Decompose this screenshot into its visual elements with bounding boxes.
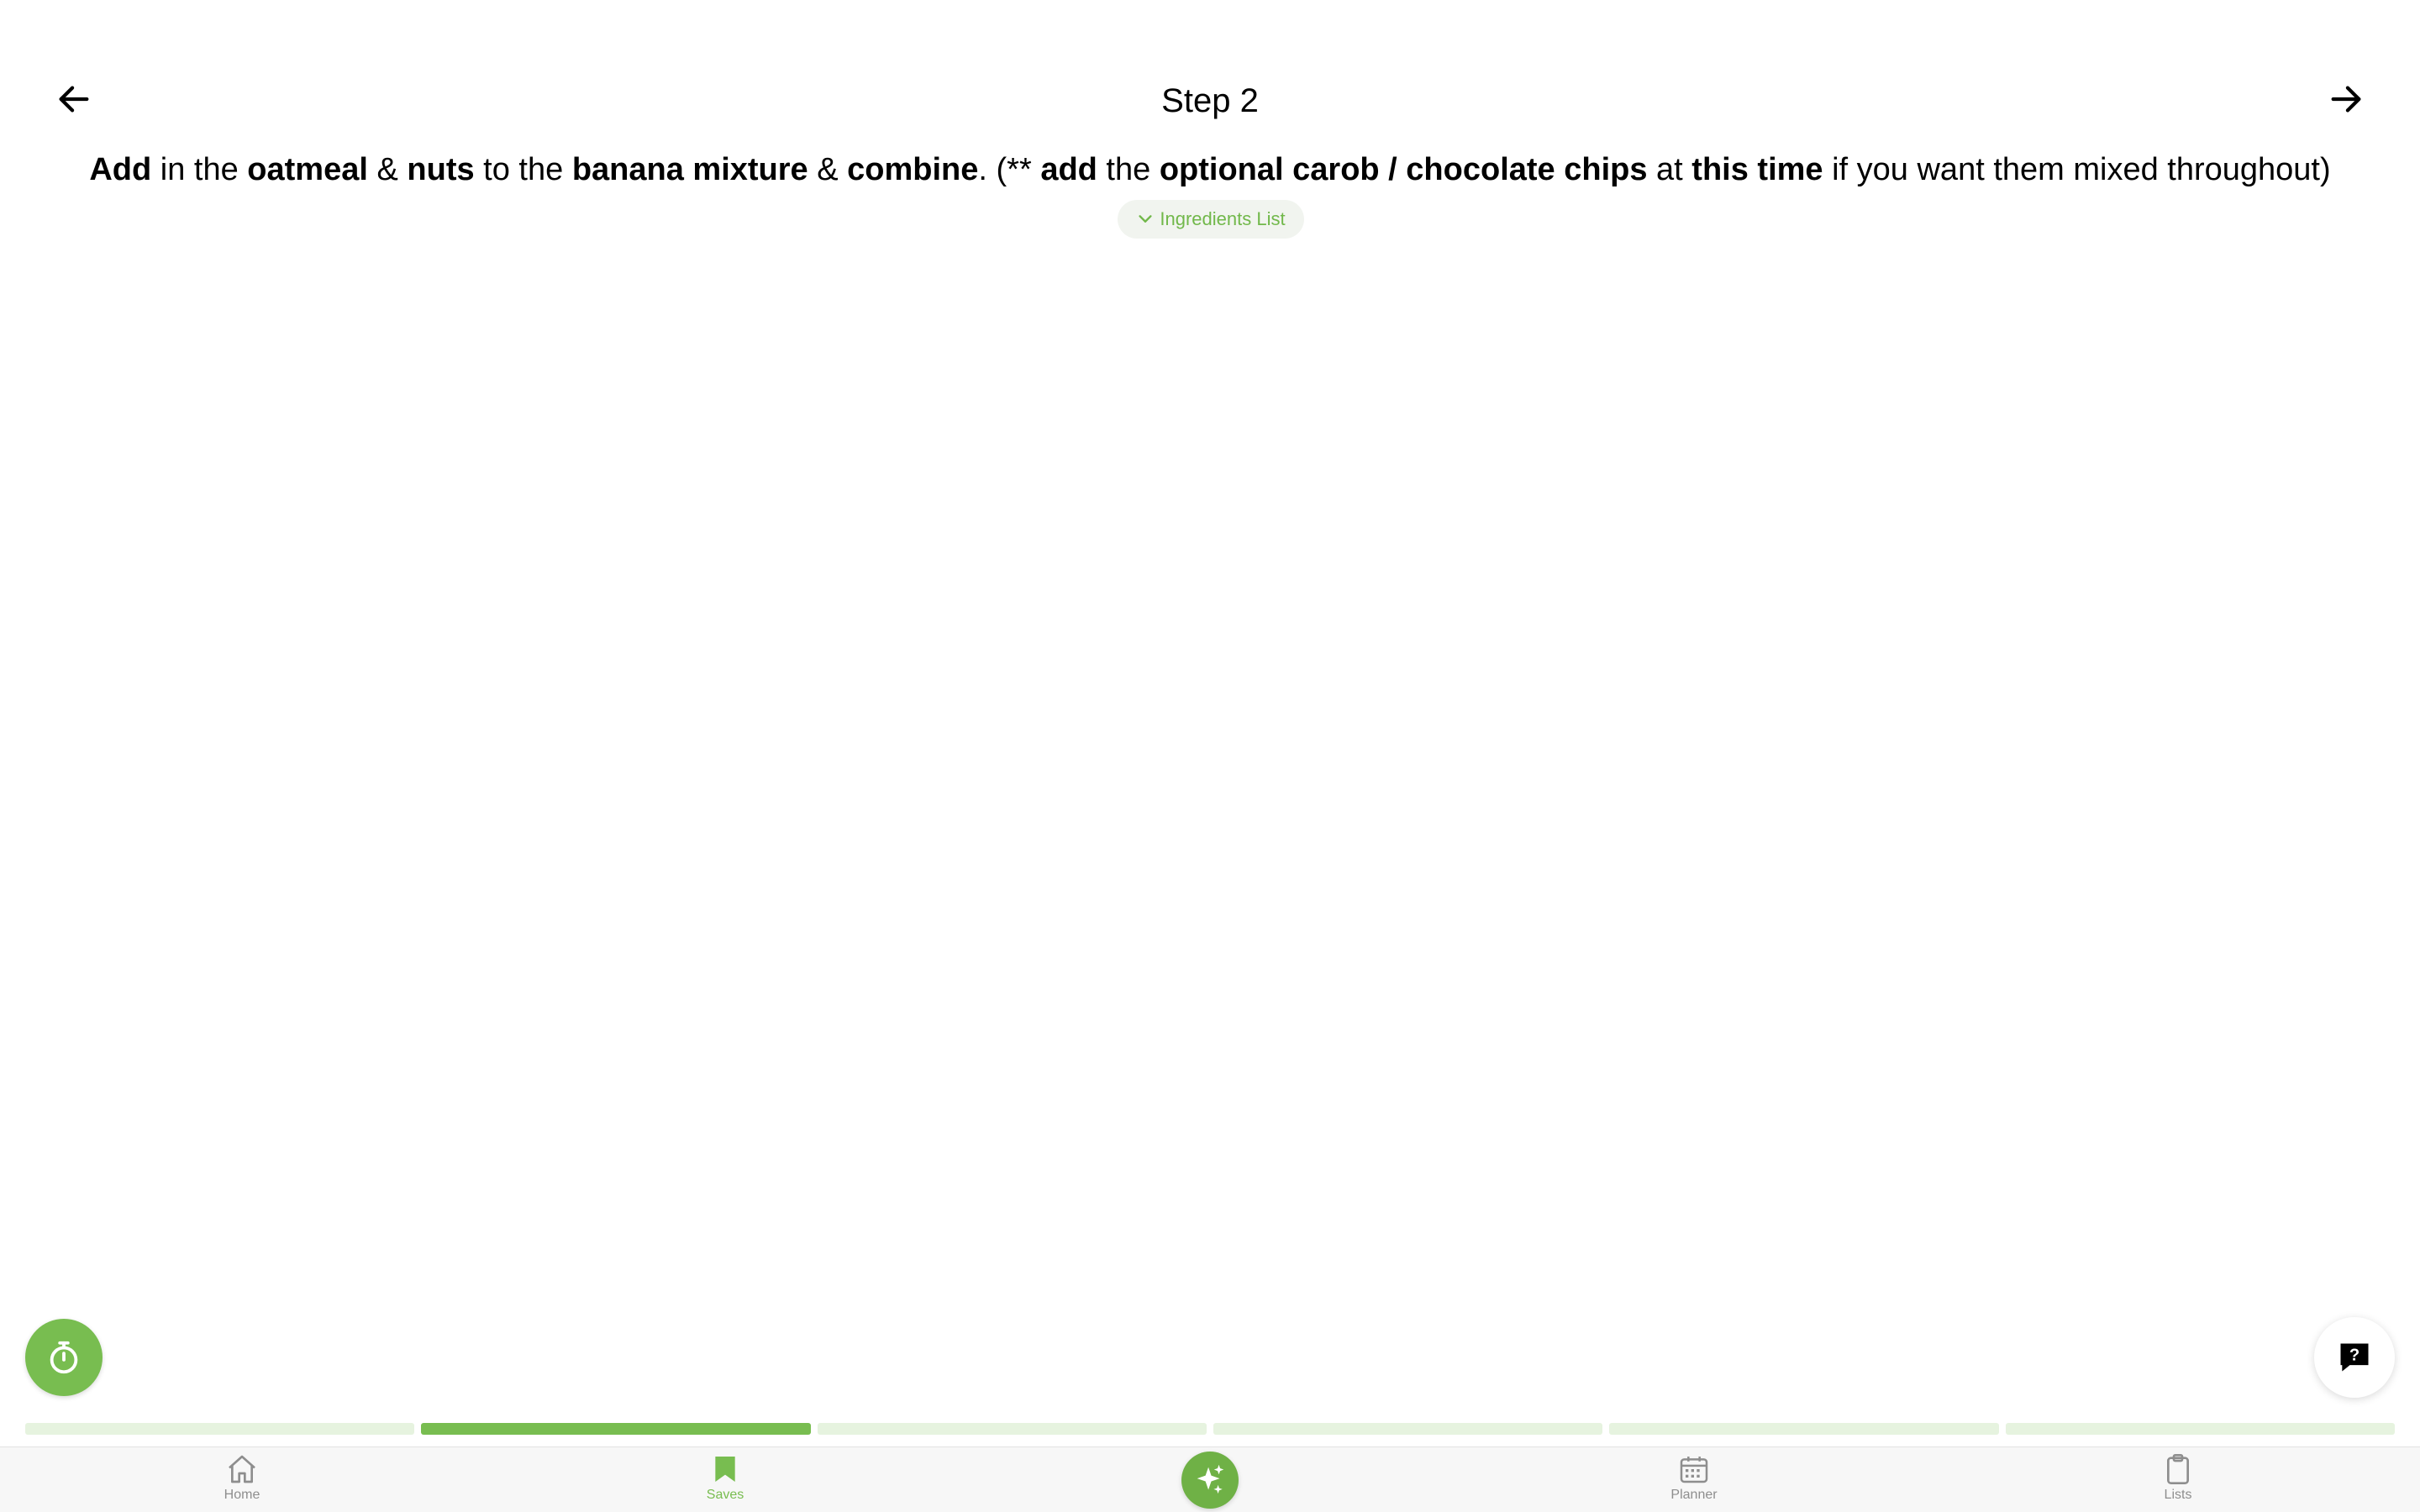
instruction-keyword: Add bbox=[89, 152, 152, 187]
step-title: Step 2 bbox=[1161, 82, 1259, 119]
progress-segment-step-3 bbox=[817, 1423, 1207, 1435]
instruction-keyword: oatmeal bbox=[247, 152, 368, 187]
instruction-keyword: add bbox=[1040, 152, 1097, 187]
ingredients-list-label: Ingredients List bbox=[1160, 208, 1286, 229]
sparkles-icon bbox=[1197, 1464, 1224, 1494]
progress-segment-step-1 bbox=[25, 1423, 415, 1435]
tab-lists[interactable]: Lists bbox=[2111, 1452, 2245, 1508]
tab-saves-label: Saves bbox=[706, 1488, 744, 1502]
timer-button[interactable] bbox=[25, 1319, 103, 1396]
tab-home-label: Home bbox=[224, 1488, 260, 1502]
arrow-right-icon bbox=[2331, 86, 2361, 113]
recipe-step-screen: Step 2 Add in the oatmeal & nuts to the … bbox=[0, 0, 2420, 1512]
instruction-text: & bbox=[808, 152, 848, 187]
progress-segment-step-5 bbox=[1609, 1423, 1999, 1435]
step-instruction: Add in the oatmeal & nuts to the banana … bbox=[0, 146, 2420, 193]
instruction-text: & bbox=[367, 152, 408, 187]
instruction-text: . (** bbox=[978, 152, 1041, 187]
instruction-keyword: this time bbox=[1691, 152, 1823, 187]
instruction-keyword: combine bbox=[847, 152, 979, 187]
instruction-text: to the bbox=[474, 152, 572, 187]
progress-segment-step-6 bbox=[2005, 1423, 2395, 1435]
instruction-text: at bbox=[1647, 152, 1692, 187]
chevron-down-icon bbox=[1139, 215, 1152, 223]
tab-planner[interactable]: Planner bbox=[1627, 1452, 1761, 1508]
timer-icon bbox=[50, 1341, 78, 1374]
step-progress-bar bbox=[25, 1423, 2395, 1435]
help-chat-button[interactable]: ? bbox=[2314, 1317, 2395, 1398]
instruction-text: in the bbox=[151, 152, 248, 187]
tab-home[interactable]: Home bbox=[175, 1452, 309, 1508]
tab-saves[interactable]: Saves bbox=[658, 1452, 792, 1508]
calendar-icon bbox=[1680, 1457, 1708, 1483]
tab-lists-label: Lists bbox=[2164, 1488, 2192, 1502]
instruction-keyword: nuts bbox=[407, 152, 475, 187]
help-chat-icon: ? bbox=[2340, 1343, 2369, 1372]
instruction-text: if you want them mixed throughout) bbox=[1823, 152, 2331, 187]
instruction-text: the bbox=[1097, 152, 1160, 187]
tab-planner-label: Planner bbox=[1670, 1488, 1718, 1502]
clipboard-icon bbox=[2167, 1454, 2189, 1484]
instruction-keyword: banana mixture bbox=[571, 152, 808, 187]
home-icon bbox=[229, 1455, 255, 1483]
progress-segment-step-2 bbox=[421, 1423, 811, 1435]
ingredients-list-toggle[interactable]: Ingredients List bbox=[1118, 200, 1304, 239]
svg-text:?: ? bbox=[2349, 1347, 2360, 1365]
bookmark-icon bbox=[715, 1457, 735, 1482]
progress-segment-step-4 bbox=[1213, 1423, 1603, 1435]
ai-assistant-button[interactable] bbox=[1181, 1452, 1239, 1509]
next-step-button[interactable] bbox=[2323, 76, 2370, 123]
instruction-keyword: optional carob / chocolate chips bbox=[1159, 152, 1648, 187]
